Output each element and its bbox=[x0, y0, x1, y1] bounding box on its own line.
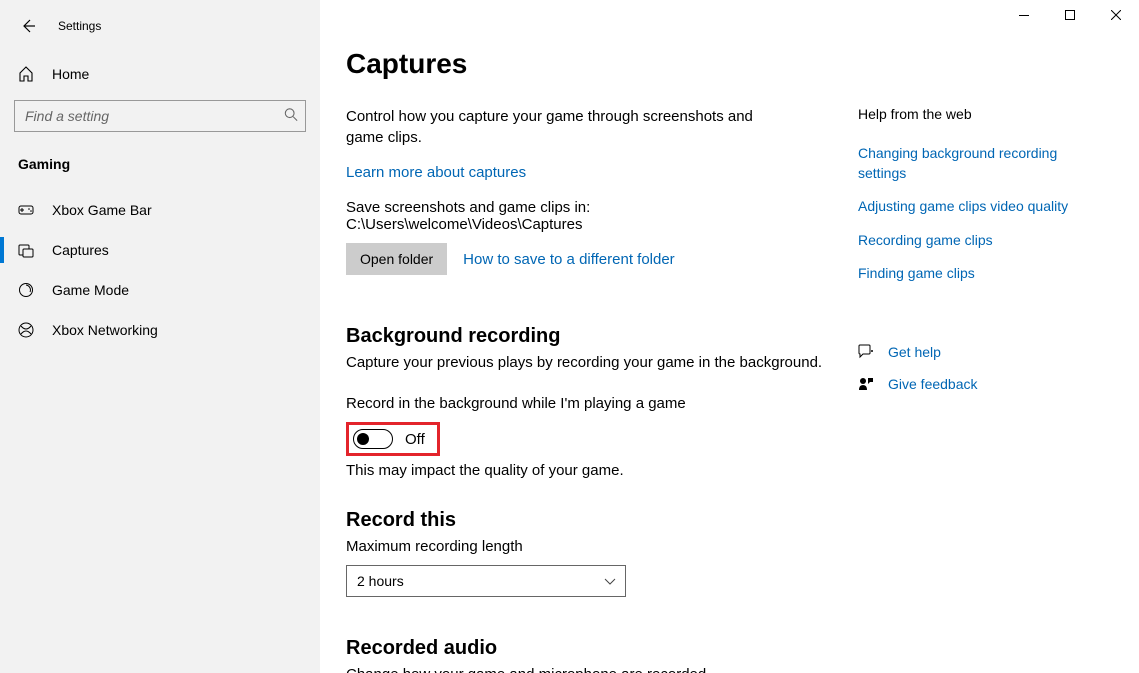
search-icon bbox=[284, 108, 298, 125]
sidebar-item-xbox-game-bar[interactable]: Xbox Game Bar bbox=[0, 190, 320, 230]
sidebar-item-game-mode[interactable]: Game Mode bbox=[0, 270, 320, 310]
toggle-state-label: Off bbox=[405, 431, 425, 448]
help-title: Help from the web bbox=[858, 106, 1109, 122]
help-link-video-quality[interactable]: Adjusting game clips video quality bbox=[858, 197, 1109, 217]
nav-label: Xbox Game Bar bbox=[52, 202, 152, 218]
save-different-folder-link[interactable]: How to save to a different folder bbox=[463, 251, 675, 268]
give-feedback-label: Give feedback bbox=[888, 376, 978, 392]
record-this-heading: Record this bbox=[346, 509, 826, 532]
xbox-icon bbox=[18, 322, 34, 338]
home-label: Home bbox=[52, 66, 89, 82]
sidebar-item-xbox-networking[interactable]: Xbox Networking bbox=[0, 310, 320, 350]
help-aside: Help from the web Changing background re… bbox=[846, 48, 1139, 673]
highlight-annotation: Off bbox=[346, 422, 440, 456]
close-button[interactable] bbox=[1093, 0, 1139, 30]
game-bar-icon bbox=[18, 202, 34, 218]
recorded-audio-heading: Recorded audio bbox=[346, 637, 826, 660]
main-content: Captures Control how you capture your ga… bbox=[346, 48, 846, 673]
window-titlebar bbox=[1001, 0, 1139, 30]
background-recording-heading: Background recording bbox=[346, 325, 826, 348]
captures-icon bbox=[18, 242, 34, 258]
nav-label: Game Mode bbox=[52, 282, 129, 298]
sidebar: Settings Home Gaming Xbox Game Bar bbox=[0, 0, 320, 673]
open-folder-button[interactable]: Open folder bbox=[346, 243, 447, 275]
search-input[interactable] bbox=[14, 100, 306, 132]
nav-label: Xbox Networking bbox=[52, 322, 158, 338]
help-link-bg-settings[interactable]: Changing background recording settings bbox=[858, 144, 1109, 183]
nav-label: Captures bbox=[52, 242, 109, 258]
back-button[interactable] bbox=[18, 16, 38, 36]
give-feedback-action[interactable]: Give feedback bbox=[858, 376, 1109, 392]
sidebar-section-header: Gaming bbox=[0, 152, 320, 190]
app-title: Settings bbox=[58, 19, 101, 33]
sidebar-item-captures[interactable]: Captures bbox=[0, 230, 320, 270]
page-title: Captures bbox=[346, 48, 826, 80]
max-length-select[interactable]: 2 hours bbox=[346, 565, 626, 597]
sidebar-item-home[interactable]: Home bbox=[0, 56, 320, 92]
help-link-finding-clips[interactable]: Finding game clips bbox=[858, 264, 1109, 284]
get-help-action[interactable]: Get help bbox=[858, 344, 1109, 360]
recorded-audio-desc: Change how your game and microphone are … bbox=[346, 666, 826, 673]
game-mode-icon bbox=[18, 282, 34, 298]
home-icon bbox=[18, 66, 34, 82]
get-help-label: Get help bbox=[888, 344, 941, 360]
select-value: 2 hours bbox=[357, 573, 404, 589]
help-icon bbox=[858, 344, 874, 360]
impact-note: This may impact the quality of your game… bbox=[346, 462, 826, 479]
background-recording-desc: Capture your previous plays by recording… bbox=[346, 354, 826, 371]
max-length-label: Maximum recording length bbox=[346, 538, 826, 555]
page-description: Control how you capture your game throug… bbox=[346, 106, 766, 148]
feedback-icon bbox=[858, 376, 874, 392]
toggle-thumb bbox=[357, 433, 369, 445]
save-path-label: Save screenshots and game clips in: C:\U… bbox=[346, 199, 826, 233]
help-link-recording-clips[interactable]: Recording game clips bbox=[858, 231, 1109, 251]
background-recording-toggle[interactable] bbox=[353, 429, 393, 449]
minimize-button[interactable] bbox=[1001, 0, 1047, 30]
learn-more-link[interactable]: Learn more about captures bbox=[346, 164, 526, 181]
maximize-button[interactable] bbox=[1047, 0, 1093, 30]
background-toggle-label: Record in the background while I'm playi… bbox=[346, 395, 826, 412]
